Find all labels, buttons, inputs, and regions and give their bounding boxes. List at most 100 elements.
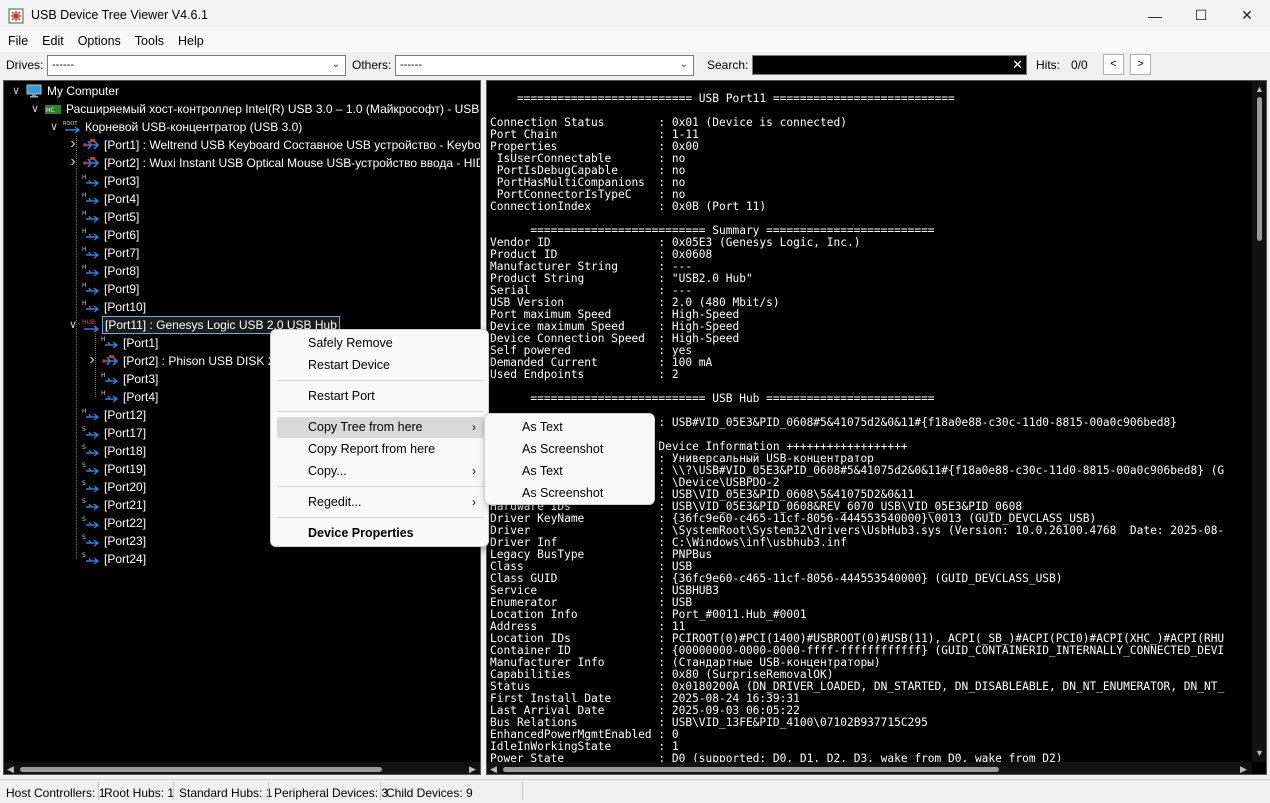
chevron-down-icon: ⌄: [331, 59, 340, 70]
svg-text:H: H: [82, 282, 87, 289]
tree-item[interactable]: ∨ My Computer: [4, 82, 480, 100]
scroll-right-icon[interactable]: ▶: [469, 764, 476, 774]
title-bar: USB Device Tree Viewer V4.6.1 — ☐ ✕: [0, 0, 1270, 31]
tree-item[interactable]: ∨ HC Расширяемый хост-контроллер Intel(R) …: [4, 100, 480, 118]
svg-text:S: S: [82, 498, 86, 505]
tree-item[interactable]: › [Port1] : Weltrend USB Keyboard Составн…: [4, 136, 480, 154]
scroll-up-icon[interactable]: ▲: [1255, 84, 1264, 94]
report-hscroll-thumb[interactable]: [503, 767, 999, 772]
svg-text:H: H: [82, 300, 87, 307]
ss-port-icon: S: [82, 551, 100, 567]
menu-safely-remove[interactable]: Safely Remove: [277, 333, 484, 354]
menu-copy-report[interactable]: Copy Report from here: [277, 439, 484, 460]
clear-search-icon[interactable]: ✕: [1012, 57, 1023, 73]
tree-item[interactable]: › [Port2] : Wuxi Instant USB Optical Mous…: [4, 154, 480, 172]
maximize-button[interactable]: ☐: [1178, 0, 1224, 31]
scroll-down-icon[interactable]: ▼: [1255, 748, 1264, 758]
next-hit-button[interactable]: >: [1130, 54, 1151, 75]
tree-item-label: Корневой USB-концентратор (USB 3.0): [85, 120, 303, 134]
menu-copy[interactable]: Copy... ›: [277, 461, 484, 482]
svg-text:H: H: [82, 192, 87, 199]
prev-hit-button[interactable]: <: [1103, 54, 1124, 75]
search-input[interactable]: ✕: [752, 55, 1027, 75]
menu-restart-port[interactable]: Restart Port: [277, 386, 484, 407]
menu-options[interactable]: Options: [70, 31, 127, 52]
submenu-as-screenshot[interactable]: As Screenshot: [491, 482, 650, 504]
tree-item[interactable]: H [Port5]: [4, 208, 480, 226]
app-icon: [8, 8, 24, 24]
report-vscroll-thumb[interactable]: [1257, 97, 1262, 241]
chevron-right-icon[interactable]: ›: [67, 136, 79, 152]
svg-text:H: H: [101, 336, 106, 343]
drives-combo[interactable]: ------ ⌄: [47, 55, 346, 76]
tree-item[interactable]: S [Port24]: [4, 550, 480, 568]
chevron-down-icon[interactable]: ∨: [29, 100, 41, 118]
status-divider: [173, 782, 174, 800]
usb-port-icon: H: [82, 227, 100, 243]
tree-item[interactable]: H [Port8]: [4, 262, 480, 280]
chevron-right-icon[interactable]: ›: [67, 154, 79, 170]
status-divider: [98, 782, 99, 800]
tree-item[interactable]: H [Port3]: [4, 172, 480, 190]
menu-restart-device[interactable]: Restart Device: [277, 355, 484, 376]
chevron-down-icon: ⌄: [679, 59, 688, 70]
menu-device-properties[interactable]: Device Properties: [277, 523, 484, 544]
svg-text:S: S: [82, 444, 86, 451]
tree-item-label: My Computer: [47, 84, 120, 98]
scroll-right-icon[interactable]: ▶: [1240, 764, 1247, 774]
tree-item[interactable]: H [Port9]: [4, 280, 480, 298]
chevron-right-icon: ›: [472, 495, 476, 509]
tree-item-label: [Port2] : Wuxi Instant USB Optical Mouse…: [104, 156, 481, 170]
tree-item[interactable]: H [Port7]: [4, 244, 480, 262]
others-value: ------: [400, 59, 422, 71]
chevron-down-icon[interactable]: ∨: [67, 316, 79, 334]
others-combo[interactable]: ------ ⌄: [395, 55, 694, 76]
window-title: USB Device Tree Viewer V4.6.1: [31, 8, 208, 22]
menu-separator: [277, 517, 484, 518]
chevron-down-icon[interactable]: ∨: [48, 118, 60, 136]
usb-port-icon: H: [82, 281, 100, 297]
status-divider: [268, 782, 269, 800]
usb-port-icon: H: [82, 299, 100, 315]
tree-scroll-thumb[interactable]: [20, 767, 382, 772]
tree-item-label: [Port1]: [123, 336, 159, 350]
menu-label: Device Properties: [308, 526, 414, 540]
chevron-down-icon[interactable]: ∨: [10, 82, 22, 100]
submenu-as-screenshot[interactable]: As Screenshot: [491, 438, 650, 460]
tree-item[interactable]: H [Port4]: [4, 190, 480, 208]
tree-item[interactable]: ∨ ROOT Корневой USB-концентратор (USB 3.0): [4, 118, 480, 136]
tree-item[interactable]: H [Port6]: [4, 226, 480, 244]
menu-label: Copy Report from here: [308, 442, 436, 456]
usb-port-icon: H: [82, 263, 100, 279]
submenu-as-text[interactable]: As Text: [491, 416, 650, 438]
chevron-right-icon[interactable]: ›: [86, 352, 98, 368]
menu-tools[interactable]: Tools: [127, 31, 170, 52]
tree-item-label: [Port12]: [104, 408, 147, 422]
status-bar: Host Controllers: 1 Root Hubs: 1 Standar…: [0, 779, 1270, 803]
svg-text:H: H: [82, 408, 87, 415]
hits-label: Hits:: [1036, 58, 1060, 72]
tree-item-label: [Port18]: [104, 444, 147, 458]
scroll-left-icon[interactable]: ◀: [490, 764, 497, 774]
menu-copy-tree[interactable]: Copy Tree from here ›: [277, 417, 484, 438]
context-menu: Safely Remove Restart Device Restart Por…: [270, 329, 489, 547]
menu-help[interactable]: Help: [170, 31, 210, 52]
close-button[interactable]: ✕: [1224, 0, 1270, 31]
report-horizontal-scrollbar[interactable]: ◀ ▶: [487, 762, 1252, 774]
menu-file[interactable]: File: [0, 31, 34, 52]
menu-regedit[interactable]: Regedit... ›: [277, 492, 484, 513]
submenu-as-text[interactable]: As Text: [491, 460, 650, 482]
usb-port-icon: H: [82, 245, 100, 261]
report-vertical-scrollbar[interactable]: ▲ ▼: [1252, 81, 1266, 762]
usb-port-icon: H: [101, 335, 119, 351]
menu-edit[interactable]: Edit: [34, 31, 70, 52]
tree-item[interactable]: H [Port10]: [4, 298, 480, 316]
minimize-button[interactable]: —: [1132, 0, 1178, 31]
usb-port-icon: H: [82, 407, 100, 423]
tree-horizontal-scrollbar[interactable]: ◀ ▶: [4, 762, 480, 774]
usb-port-icon: H: [82, 209, 100, 225]
others-label: Others:: [352, 58, 392, 72]
copy-tree-submenu: As Text As Screenshot As Text As Screens…: [484, 413, 655, 505]
chevron-right-icon: ›: [472, 464, 476, 478]
scroll-left-icon[interactable]: ◀: [7, 764, 14, 774]
